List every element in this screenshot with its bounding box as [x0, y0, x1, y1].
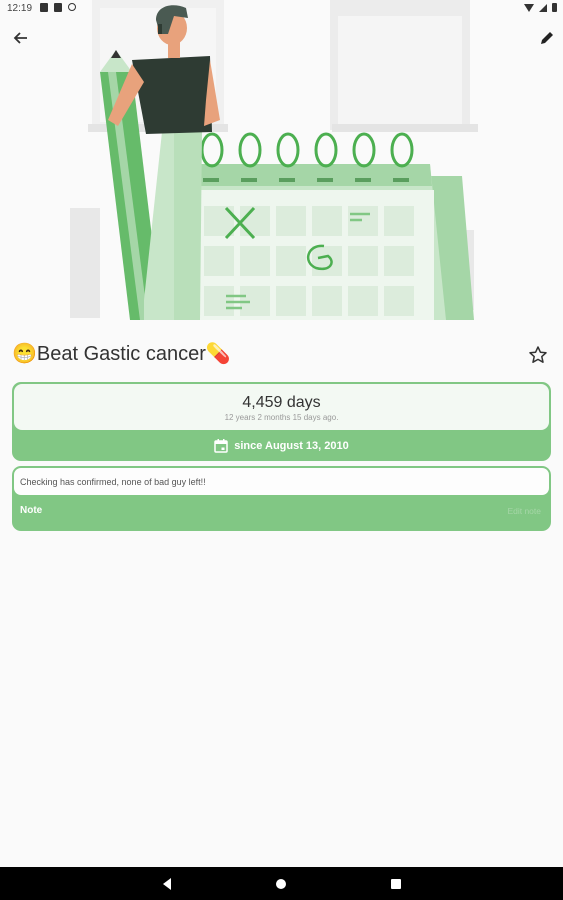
since-date-row: since August 13, 2010: [12, 434, 551, 458]
note-content-panel: Checking has confirmed, none of bad guy …: [14, 468, 549, 495]
days-elapsed-detail: 12 years 2 months 15 days ago.: [224, 413, 339, 422]
battery-icon: [552, 3, 557, 12]
sim-icon: [54, 3, 62, 12]
back-button[interactable]: [11, 28, 31, 48]
system-icons: [524, 3, 557, 12]
wifi-icon: [524, 3, 534, 12]
days-counter-card[interactable]: 4,459 days 12 years 2 months 15 days ago…: [12, 382, 551, 461]
calendar-illustration: [188, 132, 474, 320]
note-card: Checking has confirmed, none of bad guy …: [12, 466, 551, 531]
edit-note-button[interactable]: Edit note: [507, 506, 541, 516]
system-navigation-bar: [0, 867, 563, 900]
hero-illustration: [70, 0, 478, 320]
note-label: Note: [20, 505, 43, 516]
goal-title: 😁Beat Gastic cancer💊: [12, 343, 231, 365]
days-counter-panel: 4,459 days 12 years 2 months 15 days ago…: [14, 384, 549, 430]
nav-home-icon[interactable]: [273, 876, 289, 892]
nav-back-icon[interactable]: [159, 876, 175, 892]
calendar-icon: [214, 439, 228, 453]
days-count: 4,459 days: [242, 394, 321, 411]
note-text: Checking has confirmed, none of bad guy …: [20, 477, 206, 487]
since-date-label: since August 13, 2010: [234, 440, 349, 452]
cellular-icon: [539, 3, 547, 12]
status-time: 12:19: [7, 3, 33, 14]
edit-button[interactable]: [537, 28, 557, 48]
nav-recents-icon[interactable]: [388, 876, 404, 892]
notification-icon: [40, 3, 48, 12]
goal-title-row: 😁Beat Gastic cancer💊: [12, 340, 552, 370]
favorite-star-button[interactable]: [527, 344, 549, 366]
